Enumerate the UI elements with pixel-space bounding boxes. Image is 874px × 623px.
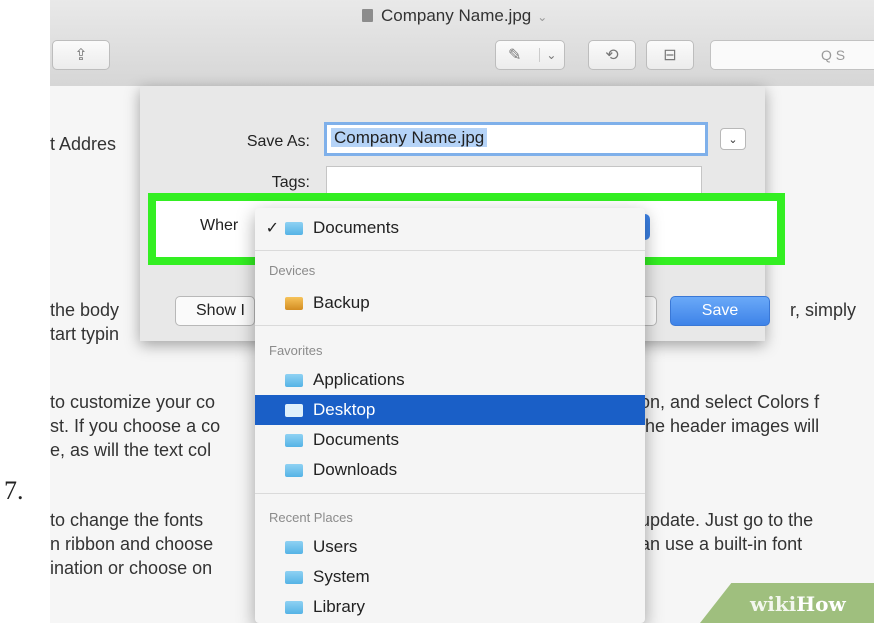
doc-line: an use a built-in font [640, 534, 803, 554]
menu-item-label: System [313, 567, 370, 586]
rotate-button[interactable]: ⟲ [588, 40, 636, 70]
share-button[interactable]: ⇪ [52, 40, 110, 70]
folder-icon [285, 221, 303, 235]
markup-chevron-icon: ⌄ [539, 48, 556, 62]
menu-section-devices: Devices [269, 263, 316, 278]
doc-line: the body [50, 300, 120, 320]
doc-line: to customize your co [50, 392, 216, 412]
drive-icon [285, 296, 303, 310]
menu-section-recent-places: Recent Places [269, 510, 353, 525]
applications-folder-icon [285, 373, 303, 387]
wikihow-logo-wiki: wiki [750, 592, 797, 616]
doc-line: r, simply [790, 300, 857, 320]
doc-line: ination or choose on [50, 558, 213, 578]
doc-line: tart typin [50, 324, 120, 344]
save-button[interactable]: Save [670, 296, 770, 326]
save-as-field[interactable]: Company Name.jpg [324, 122, 708, 156]
menu-item-documents[interactable]: Documents [255, 425, 645, 455]
markup-button[interactable]: ✎ ⌄ [495, 40, 565, 70]
users-folder-icon [285, 540, 303, 554]
menu-item-downloads[interactable]: Downloads [255, 455, 645, 485]
documents-folder-icon [285, 433, 303, 447]
where-label: Wher [200, 217, 239, 234]
menu-item-label: Documents [313, 218, 399, 237]
menu-item-label: Documents [313, 430, 399, 449]
menu-item-label: Library [313, 597, 365, 616]
window-title-text: Company Name.jpg [381, 6, 532, 25]
checkmark-icon: ✓ [265, 220, 279, 237]
location-menu: ✓ Documents Devices Backup Favorites App… [255, 208, 645, 623]
library-folder-icon [285, 600, 303, 614]
menu-item-label: Applications [313, 370, 405, 389]
doc-line: update. Just go to the [640, 510, 814, 530]
window-title[interactable]: Company Name.jpg ⌄ [362, 6, 547, 26]
menu-item-label: Downloads [313, 460, 398, 479]
pen-icon: ✎ [508, 47, 522, 64]
step-number: 7. [4, 476, 24, 505]
screenshot: Company Name.jpg ⌄ ⇪ ✎ ⌄ ⟲ ⊟ Q S t Addres… [50, 0, 874, 623]
save-as-label: Save As: [246, 133, 310, 150]
doc-line: to change the fonts [50, 510, 204, 530]
desktop-folder-icon [285, 403, 303, 417]
doc-line: e, as will the text col [50, 440, 212, 460]
downloads-folder-icon [285, 463, 303, 477]
menu-item-backup[interactable]: Backup [255, 288, 645, 318]
menu-item-documents-checked[interactable]: ✓ Documents [255, 213, 645, 243]
wikihow-logo-how: How [796, 592, 846, 616]
menu-item-users[interactable]: Users [255, 532, 645, 562]
toolbox-button[interactable]: ⊟ [646, 40, 694, 70]
menu-separator [255, 250, 645, 251]
toolbox-icon: ⊟ [663, 47, 677, 64]
menu-item-applications[interactable]: Applications [255, 365, 645, 395]
menu-separator [255, 325, 645, 326]
doc-line: n ribbon and choose [50, 534, 214, 554]
system-folder-icon [285, 570, 303, 584]
menu-item-label: Users [313, 537, 358, 556]
tags-label: Tags: [271, 174, 310, 191]
search-field[interactable]: Q S [710, 40, 874, 70]
menu-item-label: Backup [313, 293, 370, 312]
doc-line: the header images will [640, 416, 820, 436]
window-titlebar: Company Name.jpg ⌄ ⇪ ✎ ⌄ ⟲ ⊟ Q S [50, 0, 874, 87]
doc-line: on, and select Colors f [640, 392, 820, 412]
document-icon [362, 9, 373, 22]
wikihow-logo: wikiHow [750, 592, 846, 616]
menu-item-library[interactable]: Library [255, 592, 645, 622]
tags-field[interactable] [326, 166, 702, 194]
doc-line: st. If you choose a co [50, 416, 221, 436]
title-chevron-icon: ⌄ [537, 10, 548, 24]
show-button[interactable]: Show I [175, 296, 255, 326]
menu-item-system[interactable]: System [255, 562, 645, 592]
share-icon: ⇪ [74, 47, 88, 64]
expand-dialog-button[interactable]: ⌄ [720, 128, 746, 150]
chevron-down-icon: ⌄ [728, 133, 738, 146]
menu-section-favorites: Favorites [269, 343, 323, 358]
menu-item-desktop[interactable]: Desktop [255, 395, 645, 425]
doc-line: t Addres [50, 134, 117, 154]
menu-item-label: Desktop [313, 400, 376, 419]
rotate-icon: ⟲ [605, 47, 619, 64]
save-as-value: Company Name.jpg [331, 128, 488, 147]
menu-separator [255, 493, 645, 494]
